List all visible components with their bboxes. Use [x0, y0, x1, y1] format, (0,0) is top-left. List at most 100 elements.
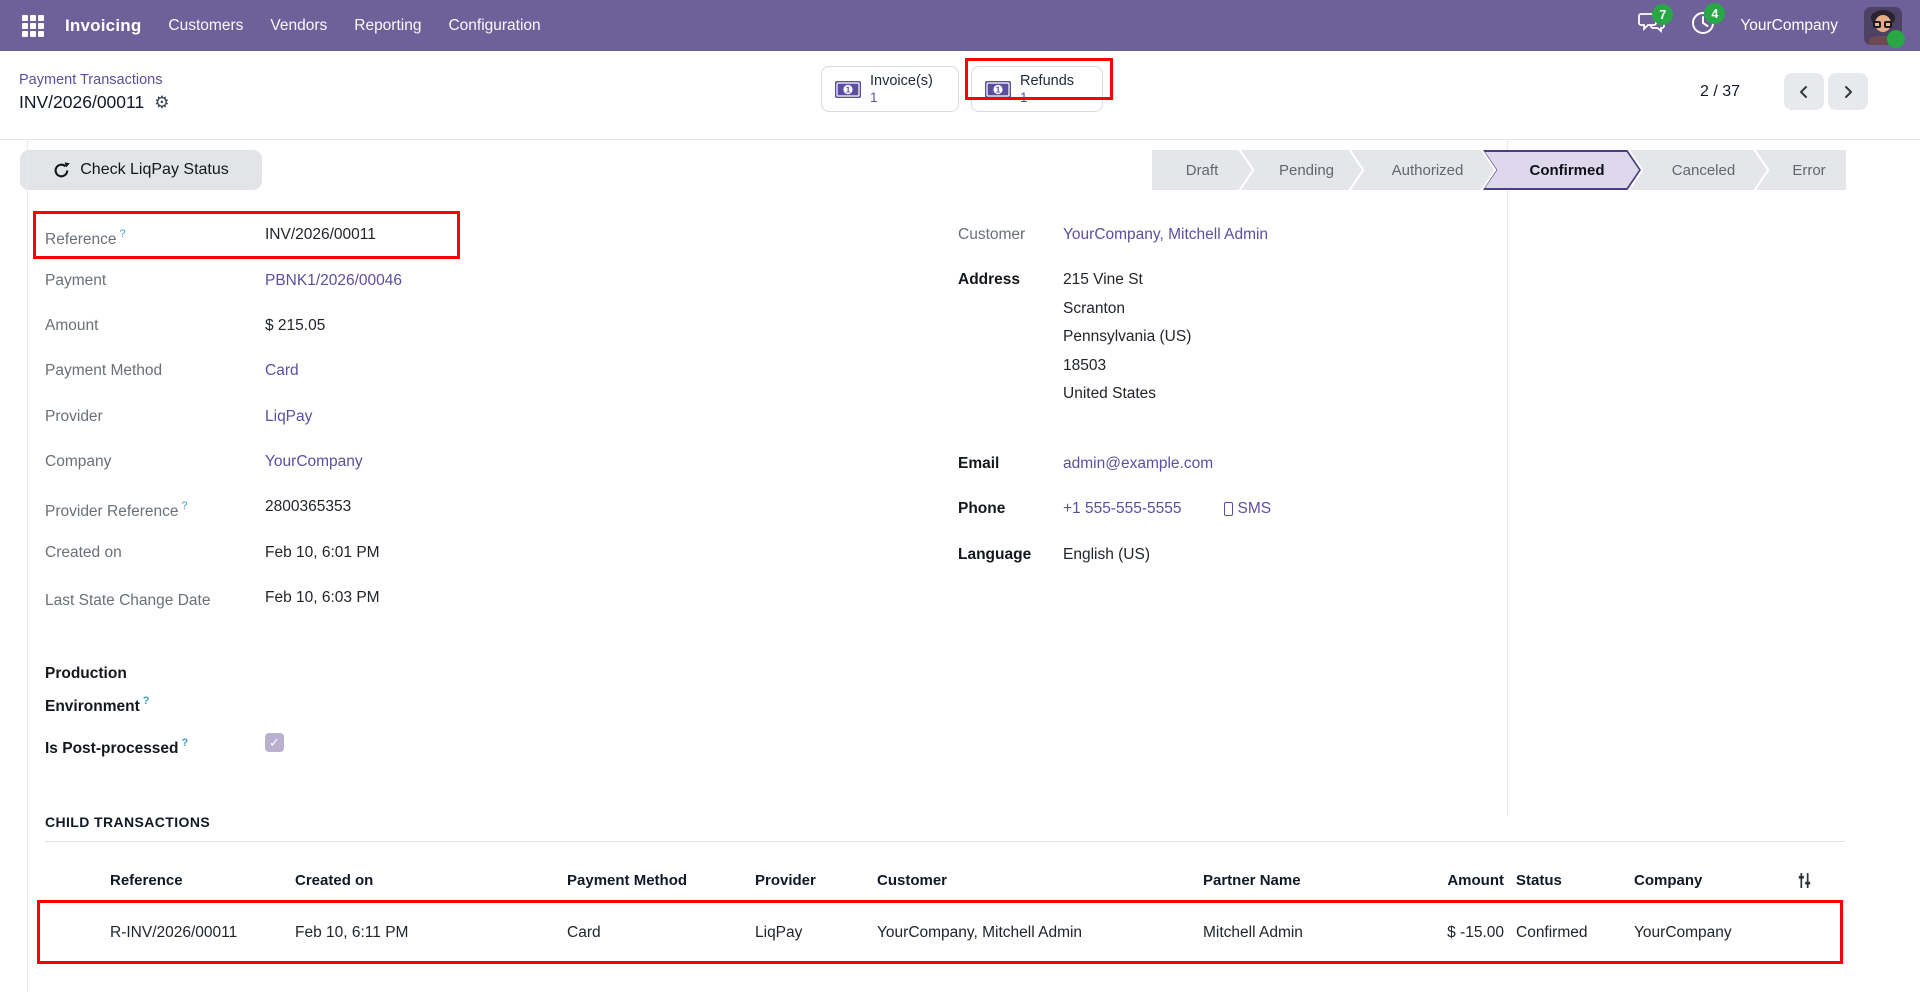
reference-value: INV/2026/00011 [265, 224, 376, 251]
help-icon[interactable]: ? [182, 500, 188, 512]
col-header-reference[interactable]: Reference [45, 872, 295, 889]
navbar-right: 7 4 YourCompany [1638, 0, 1920, 51]
status-step-canceled[interactable]: Canceled [1630, 150, 1767, 190]
field-provider: Provider LiqPay [45, 406, 312, 428]
avatar-glasses-right [1884, 21, 1892, 28]
field-payment: Payment PBNK1/2026/00046 [45, 270, 402, 292]
field-address: Address 215 Vine St Scranton Pennsylvani… [958, 269, 1191, 412]
created-on-value: Feb 10, 6:01 PM [265, 542, 380, 564]
pager-next-button[interactable] [1828, 73, 1868, 110]
statusbar: Draft Pending Authorized Confirmed Cance… [1152, 150, 1846, 190]
company-switcher[interactable]: YourCompany [1740, 17, 1838, 35]
payment-link[interactable]: PBNK1/2026/00046 [265, 270, 402, 292]
chevron-right-icon [1839, 83, 1857, 101]
svg-text:1: 1 [996, 84, 1001, 94]
check-liqpay-status-button[interactable]: Check LiqPay Status [20, 150, 262, 190]
field-is-post-processed: Is Post-processed? [45, 733, 284, 760]
amount-value: $ 215.05 [265, 315, 325, 337]
invoices-smart-button[interactable]: 1 Invoice(s) 1 [821, 66, 959, 112]
top-navbar: Invoicing Customers Vendors Reporting Co… [0, 0, 1920, 51]
col-header-company[interactable]: Company [1632, 872, 1792, 889]
status-step-confirmed[interactable]: Confirmed [1483, 150, 1641, 190]
mobile-phone-icon [1224, 502, 1233, 516]
sheet-right-border [1507, 140, 1508, 816]
record-title-text: INV/2026/00011 [19, 92, 144, 113]
banknote-icon: 1 [835, 81, 861, 98]
child-transactions-title: CHILD TRANSACTIONS [45, 814, 210, 830]
help-icon[interactable]: ? [182, 737, 189, 749]
language-value: English (US) [1063, 544, 1150, 566]
is-post-processed-checkbox[interactable] [265, 733, 284, 752]
child-transactions-table: Reference Created on Payment Method Prov… [45, 860, 1845, 964]
address-value: 215 Vine St Scranton Pennsylvania (US) 1… [1063, 269, 1191, 412]
refunds-button-label: Refunds [1020, 72, 1074, 90]
gear-icon[interactable]: ⚙ [154, 94, 169, 111]
refunds-button-count: 1 [1020, 90, 1074, 107]
status-step-authorized[interactable]: Authorized [1351, 150, 1494, 190]
field-language: Language English (US) [958, 544, 1150, 566]
status-step-draft[interactable]: Draft [1152, 150, 1252, 190]
messages-badge: 7 [1652, 4, 1673, 25]
help-icon[interactable]: ? [120, 228, 126, 240]
col-header-customer[interactable]: Customer [877, 872, 1203, 889]
sms-button[interactable]: SMS [1224, 498, 1272, 520]
cell-provider: LiqPay [755, 924, 877, 942]
col-header-status[interactable]: Status [1512, 872, 1632, 889]
refunds-smart-button[interactable]: 1 Refunds 1 [971, 66, 1103, 112]
optional-columns-button[interactable] [1792, 872, 1845, 889]
company-link[interactable]: YourCompany [265, 451, 363, 473]
phone-link[interactable]: +1 555-555-5555 [1063, 498, 1182, 520]
provider-link[interactable]: LiqPay [265, 406, 312, 428]
col-header-partner-name[interactable]: Partner Name [1203, 872, 1420, 889]
menu-reporting[interactable]: Reporting [354, 17, 421, 35]
field-customer: Customer YourCompany, Mitchell Admin [958, 224, 1268, 246]
breadcrumb[interactable]: Payment Transactions [19, 72, 162, 88]
col-header-payment-method[interactable]: Payment Method [567, 872, 755, 889]
app-name[interactable]: Invoicing [65, 16, 141, 36]
field-reference: Reference? INV/2026/00011 [45, 224, 376, 251]
user-avatar[interactable] [1864, 7, 1902, 45]
cell-company: YourCompany [1632, 924, 1792, 942]
last-state-change-value: Feb 10, 6:03 PM [265, 587, 380, 615]
help-icon[interactable]: ? [143, 695, 150, 707]
pager-counter: 2 / 37 [1700, 73, 1740, 110]
refresh-icon [53, 162, 70, 179]
table-header-row: Reference Created on Payment Method Prov… [45, 860, 1845, 902]
field-provider-reference: Provider Reference? 2800365353 [45, 496, 351, 523]
chevron-left-icon [1795, 83, 1813, 101]
cell-amount: $ -15.00 [1420, 924, 1512, 942]
email-link[interactable]: admin@example.com [1063, 453, 1213, 475]
activities-badge: 4 [1704, 3, 1725, 24]
activities-button[interactable]: 4 [1690, 10, 1716, 41]
field-production-environment: Production Environment? [45, 660, 265, 721]
invoices-button-count: 1 [870, 90, 933, 107]
field-email: Email admin@example.com [958, 453, 1213, 475]
menu-vendors[interactable]: Vendors [270, 17, 327, 35]
status-step-pending[interactable]: Pending [1241, 150, 1362, 190]
field-created-on: Created on Feb 10, 6:01 PM [45, 542, 380, 564]
menu-configuration[interactable]: Configuration [448, 17, 540, 35]
cell-status: Confirmed [1512, 924, 1632, 942]
cell-payment-method: Card [567, 924, 755, 942]
avatar-glasses-left [1873, 21, 1881, 28]
field-company: Company YourCompany [45, 451, 363, 473]
col-header-amount[interactable]: Amount [1420, 872, 1512, 889]
control-panel: Payment Transactions INV/2026/00011 ⚙ 1 … [0, 51, 1920, 140]
svg-text:1: 1 [846, 84, 851, 94]
field-last-state-change: Last State Change Date Feb 10, 6:03 PM [45, 587, 380, 615]
banknote-icon: 1 [985, 81, 1011, 98]
table-row[interactable]: R-INV/2026/00011 Feb 10, 6:11 PM Card Li… [45, 902, 1845, 964]
col-header-created-on[interactable]: Created on [295, 872, 567, 889]
menu-customers[interactable]: Customers [168, 17, 243, 35]
cell-reference: R-INV/2026/00011 [45, 924, 295, 942]
pager-previous-button[interactable] [1784, 73, 1824, 110]
customer-link[interactable]: YourCompany, Mitchell Admin [1063, 224, 1268, 246]
field-amount: Amount $ 215.05 [45, 315, 325, 337]
field-phone: Phone +1 555-555-5555 SMS [958, 498, 1271, 520]
status-step-error[interactable]: Error [1756, 150, 1846, 190]
payment-method-link[interactable]: Card [265, 360, 299, 382]
cell-partner-name: Mitchell Admin [1203, 924, 1420, 942]
apps-grid-icon[interactable] [22, 15, 44, 37]
messages-button[interactable]: 7 [1638, 11, 1666, 40]
col-header-provider[interactable]: Provider [755, 872, 877, 889]
